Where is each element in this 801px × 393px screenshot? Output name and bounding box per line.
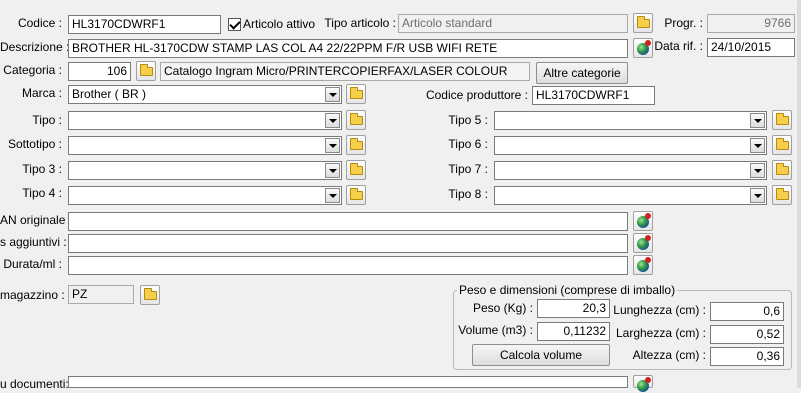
aggiuntivi-field[interactable]: [68, 234, 628, 253]
chevron-down-icon[interactable]: [750, 113, 765, 128]
calcola-volume-button[interactable]: Calcola volume: [472, 344, 610, 366]
tipo8-label: Tipo 8 :: [448, 187, 488, 201]
peso-field[interactable]: 20,3: [537, 299, 610, 318]
folder-icon[interactable]: [346, 135, 366, 155]
peso-dimensioni-title: Peso e dimensioni (comprese di imballo): [457, 283, 678, 297]
volume-label: Volume (m3) :: [458, 323, 533, 337]
folder-icon[interactable]: [346, 160, 366, 180]
tipo5-dropdown[interactable]: [494, 111, 767, 130]
chevron-down-icon[interactable]: [750, 188, 765, 203]
ean-label: AN originale :: [0, 213, 73, 227]
tipo7-dropdown[interactable]: [494, 161, 767, 180]
magazzino-label: magazzino :: [0, 288, 65, 302]
chevron-down-icon[interactable]: [325, 113, 340, 128]
volume-field[interactable]: 0,11232: [537, 322, 610, 341]
folder-icon[interactable]: [140, 285, 160, 305]
tipo4-label: Tipo 4 :: [22, 186, 62, 200]
progr-label: Progr. :: [664, 16, 703, 30]
tipo-label: Tipo :: [32, 113, 62, 127]
folder-icon[interactable]: [772, 110, 792, 130]
marca-dropdown[interactable]: Brother ( BR ): [68, 85, 342, 104]
progr-field: 9766: [707, 14, 795, 33]
altezza-field[interactable]: 0,36: [710, 347, 784, 366]
tipo4-dropdown[interactable]: [68, 186, 342, 205]
codice-field[interactable]: HL3170CDWRF1: [68, 15, 221, 34]
chevron-down-icon[interactable]: [325, 163, 340, 178]
peso-label: Peso (Kg) :: [472, 301, 533, 315]
folder-icon[interactable]: [772, 135, 792, 155]
durata-field[interactable]: [68, 256, 628, 275]
codice-produttore-field[interactable]: HL3170CDWRF1: [532, 86, 655, 105]
folder-icon[interactable]: [346, 110, 366, 130]
articolo-attivo-checkbox[interactable]: [228, 18, 241, 31]
documenti-field[interactable]: [68, 376, 628, 388]
folder-icon[interactable]: [772, 160, 792, 180]
tipo8-dropdown[interactable]: [494, 186, 767, 205]
marca-value: Brother ( BR ): [72, 87, 147, 101]
durata-label: Durata/ml :: [3, 257, 62, 271]
categoria-label: Categoria :: [3, 63, 62, 77]
magazzino-field: PZ: [68, 285, 134, 304]
tipo-dropdown[interactable]: [68, 111, 342, 130]
aggiuntivi-label: s aggiuntivi :: [0, 235, 67, 249]
chevron-down-icon[interactable]: [325, 188, 340, 203]
larghezza-label: Larghezza (cm) :: [615, 326, 706, 340]
tipo3-label: Tipo 3 :: [22, 162, 62, 176]
articolo-attivo-label: Articolo attivo: [243, 17, 316, 31]
folder-icon[interactable]: [136, 61, 156, 81]
data-rif-label: Data rif. :: [654, 39, 703, 53]
categoria-code-field[interactable]: 106: [68, 62, 131, 81]
codice-produttore-label: Codice produttore :: [425, 88, 528, 102]
tipo3-dropdown[interactable]: [68, 161, 342, 180]
altre-categorie-button[interactable]: Altre categorie: [536, 62, 628, 84]
folder-icon[interactable]: [346, 185, 366, 205]
globe-icon[interactable]: [633, 233, 653, 253]
data-rif-field[interactable]: 24/10/2015: [707, 38, 795, 57]
categoria-description: Catalogo Ingram Micro/PRINTERCOPIERFAX/L…: [160, 62, 530, 81]
tipo5-label: Tipo 5 :: [448, 113, 488, 127]
globe-icon[interactable]: [633, 255, 653, 275]
folder-icon[interactable]: [772, 185, 792, 205]
globe-icon[interactable]: [633, 211, 653, 231]
altezza-label: Altezza (cm) :: [632, 348, 706, 362]
folder-icon[interactable]: [346, 84, 366, 104]
lunghezza-label: Lunghezza (cm) :: [613, 303, 706, 317]
sottotipo-label: Sottotipo :: [7, 137, 62, 151]
chevron-down-icon[interactable]: [325, 138, 340, 153]
documenti-label: u documenti:: [0, 377, 69, 391]
vertical-scrollbar[interactable]: [797, 0, 801, 388]
larghezza-field[interactable]: 0,52: [710, 325, 784, 344]
globe-icon[interactable]: [633, 375, 653, 392]
chevron-down-icon[interactable]: [325, 87, 340, 102]
chevron-down-icon[interactable]: [750, 138, 765, 153]
descrizione-label: Descrizione :: [0, 40, 70, 54]
marca-label: Marca :: [21, 86, 62, 100]
sottotipo-dropdown[interactable]: [68, 136, 342, 155]
ean-field[interactable]: [68, 212, 628, 231]
tipo6-label: Tipo 6 :: [448, 137, 488, 151]
tipo6-dropdown[interactable]: [494, 136, 767, 155]
tipo-articolo-field[interactable]: Articolo standard: [398, 14, 628, 33]
chevron-down-icon[interactable]: [750, 163, 765, 178]
codice-label: Codice :: [17, 16, 62, 30]
descrizione-field[interactable]: BROTHER HL-3170CDW STAMP LAS COL A4 22/2…: [68, 39, 628, 58]
tipo7-label: Tipo 7 :: [448, 162, 488, 176]
tipo-articolo-label: Tipo articolo :: [324, 16, 396, 30]
lunghezza-field[interactable]: 0,6: [710, 302, 784, 321]
